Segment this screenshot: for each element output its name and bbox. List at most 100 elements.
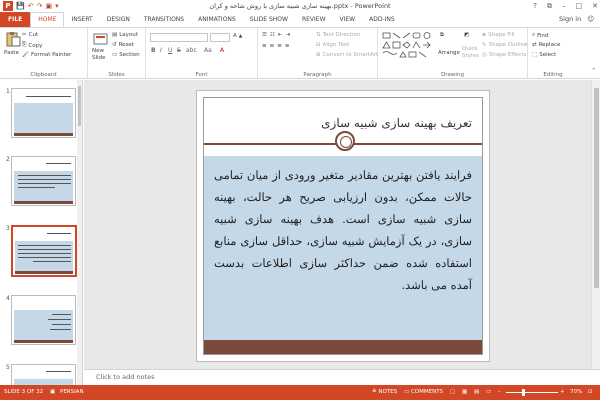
customize-qat-icon[interactable]: ▾ xyxy=(55,2,59,10)
status-bar: SLIDE 3 OF 32 ▣ PERSIAN ≙ NOTES ▭ COMMEN… xyxy=(0,385,600,400)
quick-styles-icon[interactable]: ◩ xyxy=(464,32,469,38)
tab-design[interactable]: DESIGN xyxy=(100,12,137,27)
font-color-icon[interactable]: A xyxy=(220,47,224,54)
italic-button[interactable]: I xyxy=(160,47,162,54)
tab-animations[interactable]: ANIMATIONS xyxy=(191,12,243,27)
list-buttons[interactable]: ☰ ☷ ⇤ ⇥ xyxy=(262,32,291,38)
slide-sorter-icon[interactable]: ▦ xyxy=(462,389,467,395)
cut-button[interactable]: ✂ Cut xyxy=(22,32,38,38)
strikethrough-button[interactable]: S xyxy=(177,47,181,54)
paste-button[interactable]: Paste xyxy=(4,50,19,56)
align-left-icon: ≡ xyxy=(262,43,268,49)
convert-to-smartart-button[interactable]: ⊞ Convert to SmartArt xyxy=(316,52,378,58)
slide-thumbnail-2[interactable] xyxy=(11,156,76,206)
user-icon[interactable]: ☺ xyxy=(587,12,594,27)
zoom-out-button[interactable]: – xyxy=(498,389,501,395)
paste-icon[interactable] xyxy=(5,31,21,47)
maximize-button[interactable]: □ xyxy=(576,0,583,12)
undo-icon[interactable]: ↶ xyxy=(28,2,34,10)
slide-thumbnail-1[interactable] xyxy=(11,88,76,138)
fit-slide-icon[interactable]: ⊡ xyxy=(588,389,593,395)
underline-button[interactable]: U xyxy=(168,47,172,54)
language-indicator[interactable]: PERSIAN xyxy=(60,389,84,395)
notes-toggle[interactable]: ≙ NOTES xyxy=(372,389,397,395)
layout-button[interactable]: ▤ Layout xyxy=(112,32,138,38)
arrange-button[interactable]: ⧉ xyxy=(440,32,444,39)
thumbnail-number: 4 xyxy=(6,295,10,302)
zoom-slider-thumb[interactable] xyxy=(522,389,526,396)
replace-button[interactable]: ⇄ Replace xyxy=(532,42,560,48)
tab-add-ins[interactable]: ADD-INS xyxy=(362,12,402,27)
tab-home[interactable]: HOME xyxy=(30,12,65,27)
tab-transitions[interactable]: TRANSITIONS xyxy=(137,12,191,27)
tab-insert[interactable]: INSERT xyxy=(64,12,99,27)
paragraph-group: ☰ ☷ ⇤ ⇥ ≡ ≡ ≡ ≡ ⇅ Text Direction ⊟ Align Text ⊞ C… xyxy=(258,28,378,79)
slide-title[interactable]: تعریف بهینه سازی شبیه سازی xyxy=(321,116,472,130)
redo-icon[interactable]: ↷ xyxy=(37,2,43,10)
scrollbar-thumb[interactable] xyxy=(594,88,599,288)
slide-thumbnail-3[interactable] xyxy=(11,225,77,277)
grow-font-icon[interactable]: A ▲ xyxy=(233,33,242,39)
notes-pane[interactable]: Click to add notes xyxy=(84,369,600,385)
shape-outline-button[interactable]: ✎ Shape Outline xyxy=(482,42,527,48)
format-painter-button[interactable]: 🖌 Format Painter xyxy=(22,52,71,58)
shape-fill-button[interactable]: ◈ Shape Fill xyxy=(482,32,515,38)
character-spacing-button[interactable]: abc xyxy=(186,47,197,54)
reset-button[interactable]: ↺ Reset xyxy=(112,42,134,48)
tab-view[interactable]: VIEW xyxy=(333,12,363,27)
save-icon[interactable]: 💾 xyxy=(16,2,25,10)
help-button[interactable]: ? xyxy=(533,0,537,12)
replace-icon: ⇄ xyxy=(532,42,537,48)
font-size-combo[interactable] xyxy=(210,33,230,42)
sign-in-link[interactable]: Sign in xyxy=(559,12,581,27)
find-button[interactable]: ⌕ Find xyxy=(532,32,548,39)
slide-thumbnail-5[interactable] xyxy=(11,364,76,385)
brush-icon: 🖌 xyxy=(22,52,29,58)
slide-footer-band xyxy=(204,340,482,354)
close-button[interactable]: ✕ xyxy=(592,0,598,12)
outdent-icon: ⇥ xyxy=(285,32,292,38)
comments-toggle[interactable]: ▭ COMMENTS xyxy=(404,389,443,395)
new-slide-button[interactable]: New xyxy=(92,48,104,54)
bullets-icon: ☰ xyxy=(262,32,268,38)
quick-styles-button[interactable]: Quick xyxy=(462,46,478,52)
justify-icon: ≡ xyxy=(284,43,291,49)
slide-thumbnail-4[interactable] xyxy=(11,295,76,345)
start-from-beginning-icon[interactable]: ▣ xyxy=(45,2,52,10)
new-slide-icon[interactable] xyxy=(93,31,109,47)
canvas-scrollbar[interactable] xyxy=(591,80,600,369)
section-button[interactable]: ▭ Section xyxy=(112,52,140,58)
thumbnail-number: 5 xyxy=(6,364,10,371)
slide-body-text[interactable]: فرایند یافتن بهترین مقادیر متغیر ورودی ا… xyxy=(214,164,472,296)
change-case-button[interactable]: Aa xyxy=(204,47,212,54)
collapse-ribbon-icon[interactable]: ⌃ xyxy=(591,68,596,74)
powerpoint-logo-icon: P xyxy=(3,1,13,11)
shapes-gallery[interactable] xyxy=(382,31,438,61)
align-buttons[interactable]: ≡ ≡ ≡ ≡ xyxy=(262,43,290,49)
copy-button[interactable]: ⎘ Copy xyxy=(22,42,42,49)
thumbnails-scrollbar[interactable] xyxy=(77,80,82,385)
bold-button[interactable]: B xyxy=(151,47,156,54)
select-button[interactable]: ⬚ Select xyxy=(532,52,556,58)
minimize-button[interactable]: – xyxy=(562,0,566,12)
ribbon-display-icon[interactable]: ⧉ xyxy=(547,0,552,12)
font-group: A ▲ B I U S abc Aa A Font xyxy=(146,28,258,79)
proofing-icon[interactable]: ▣ xyxy=(50,389,55,395)
text-direction-button[interactable]: ⇅ Text Direction xyxy=(316,32,360,38)
reading-view-icon[interactable]: ▤ xyxy=(474,389,479,395)
current-slide[interactable]: تعریف بهینه سازی شبیه سازی فرایند یافتن … xyxy=(196,90,490,362)
paint-bucket-icon: ◈ xyxy=(482,32,487,38)
align-text-button[interactable]: ⊟ Align Text xyxy=(316,42,349,48)
tab-slide-show[interactable]: SLIDE SHOW xyxy=(243,12,295,27)
font-name-combo[interactable] xyxy=(150,33,208,42)
slideshow-icon[interactable]: ▭ xyxy=(486,389,491,395)
tab-file[interactable]: FILE xyxy=(0,12,31,27)
shape-effects-button[interactable]: ◎ Shape Effects xyxy=(482,52,526,58)
normal-view-icon[interactable]: ▢ xyxy=(450,389,455,395)
thumbnail-number: 1 xyxy=(6,88,10,95)
tab-review[interactable]: REVIEW xyxy=(295,12,333,27)
zoom-in-button[interactable]: + xyxy=(560,389,565,395)
zoom-level[interactable]: 70% xyxy=(570,389,582,395)
zoom-slider-track[interactable] xyxy=(506,392,558,393)
scrollbar-thumb[interactable] xyxy=(78,86,81,126)
